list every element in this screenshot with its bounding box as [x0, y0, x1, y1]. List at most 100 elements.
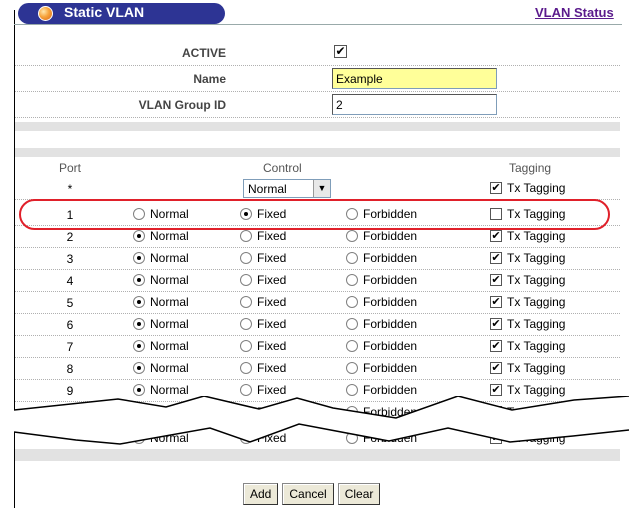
add-button[interactable]: Add	[243, 483, 279, 505]
port-cell: 3	[66, 252, 74, 266]
radio-fixed[interactable]	[240, 230, 252, 242]
option-label: Fixed	[257, 361, 287, 375]
radio-fixed[interactable]	[240, 252, 252, 264]
tagging-checkbox[interactable]: ✔	[490, 296, 502, 308]
control-option-fixed[interactable]: Fixed	[240, 360, 286, 376]
tagging-label: Tx Tagging	[507, 251, 566, 265]
table-header-band	[15, 148, 620, 157]
clear-button[interactable]: Clear	[337, 483, 381, 505]
radio-normal[interactable]	[133, 252, 145, 264]
name-input[interactable]	[332, 68, 497, 89]
radio-forbidden[interactable]	[346, 384, 358, 396]
all-ports-row: * Normal ▼ ✔ Tx Tagging	[15, 178, 620, 200]
page-title: Static VLAN	[64, 4, 145, 20]
radio-fixed[interactable]	[240, 362, 252, 374]
control-option-normal[interactable]: Normal	[133, 294, 189, 310]
control-option-forbidden[interactable]: Forbidden	[346, 228, 417, 244]
tagging-option[interactable]: ✔ Tx Tagging	[490, 272, 565, 288]
radio-fixed[interactable]	[240, 384, 252, 396]
row-highlight-oval	[19, 199, 610, 230]
option-label: Fixed	[257, 383, 287, 397]
control-option-normal[interactable]: Normal	[133, 338, 189, 354]
radio-fixed[interactable]	[240, 318, 252, 330]
tagging-checkbox[interactable]: ✔	[490, 230, 502, 242]
section-tab: Static VLAN	[18, 3, 225, 24]
vlan-status-link[interactable]: VLAN Status	[535, 5, 614, 20]
control-option-normal[interactable]: Normal	[133, 360, 189, 376]
port-cell: *	[67, 182, 73, 196]
tagging-checkbox[interactable]: ✔	[490, 340, 502, 352]
active-label: ACTIVE	[181, 46, 226, 60]
tagging-option[interactable]: ✔ Tx Tagging	[490, 294, 565, 310]
tagging-option[interactable]: ✔ Tx Tagging	[490, 180, 565, 196]
name-label: Name	[193, 72, 226, 86]
radio-forbidden[interactable]	[346, 318, 358, 330]
table-row: 8 Normal Fixed Forbidden ✔ Tx Tagging	[15, 358, 620, 380]
table-row: 5 Normal Fixed Forbidden ✔ Tx Tagging	[15, 292, 620, 314]
radio-fixed[interactable]	[240, 296, 252, 308]
radio-normal[interactable]	[133, 318, 145, 330]
radio-normal[interactable]	[133, 274, 145, 286]
tagging-label: Tx Tagging	[507, 295, 566, 309]
radio-forbidden[interactable]	[346, 362, 358, 374]
control-select[interactable]: Normal ▼	[243, 179, 331, 198]
tagging-checkbox[interactable]: ✔	[490, 318, 502, 330]
active-checkbox[interactable]: ✔	[334, 45, 347, 58]
radio-forbidden[interactable]	[346, 230, 358, 242]
control-option-normal[interactable]: Normal	[133, 316, 189, 332]
tagging-label: Tx Tagging	[507, 229, 566, 243]
tagging-checkbox[interactable]: ✔	[490, 384, 502, 396]
tagging-option[interactable]: ✔ Tx Tagging	[490, 316, 565, 332]
radio-forbidden[interactable]	[346, 296, 358, 308]
control-option-forbidden[interactable]: Forbidden	[346, 294, 417, 310]
table-row: 3 Normal Fixed Forbidden ✔ Tx Tagging	[15, 248, 620, 270]
table-header: Port Control Tagging	[15, 160, 620, 178]
option-label: Normal	[150, 361, 189, 375]
option-label: Fixed	[257, 317, 287, 331]
tagging-option[interactable]: ✔ Tx Tagging	[490, 250, 565, 266]
radio-forbidden[interactable]	[346, 340, 358, 352]
control-option-normal[interactable]: Normal	[133, 272, 189, 288]
control-option-fixed[interactable]: Fixed	[240, 272, 286, 288]
radio-forbidden[interactable]	[346, 252, 358, 264]
radio-normal[interactable]	[133, 384, 145, 396]
control-option-fixed[interactable]: Fixed	[240, 338, 286, 354]
tagging-option[interactable]: ✔ Tx Tagging	[490, 338, 565, 354]
radio-fixed[interactable]	[240, 274, 252, 286]
tagging-label: Tx Tagging	[507, 317, 566, 331]
radio-normal[interactable]	[133, 340, 145, 352]
tagging-option[interactable]: ✔ Tx Tagging	[490, 228, 565, 244]
option-label: Normal	[150, 317, 189, 331]
table-footer-band	[15, 449, 620, 461]
radio-fixed[interactable]	[240, 340, 252, 352]
tagging-checkbox[interactable]: ✔	[490, 182, 502, 194]
control-option-forbidden[interactable]: Forbidden	[346, 338, 417, 354]
control-option-normal[interactable]: Normal	[133, 250, 189, 266]
table-row: 4 Normal Fixed Forbidden ✔ Tx Tagging	[15, 270, 620, 292]
radio-forbidden[interactable]	[346, 274, 358, 286]
radio-normal[interactable]	[133, 362, 145, 374]
group-id-input[interactable]	[332, 94, 497, 115]
control-option-forbidden[interactable]: Forbidden	[346, 272, 417, 288]
tagging-option[interactable]: ✔ Tx Tagging	[490, 360, 565, 376]
control-option-fixed[interactable]: Fixed	[240, 250, 286, 266]
header-divider	[14, 24, 622, 25]
tagging-label: Tx Tagging	[507, 383, 566, 397]
option-label: Normal	[150, 295, 189, 309]
tagging-label: Tx Tagging	[507, 181, 566, 195]
control-option-fixed[interactable]: Fixed	[240, 316, 286, 332]
control-option-fixed[interactable]: Fixed	[240, 228, 286, 244]
control-option-normal[interactable]: Normal	[133, 228, 189, 244]
control-option-forbidden[interactable]: Forbidden	[346, 250, 417, 266]
control-option-forbidden[interactable]: Forbidden	[346, 360, 417, 376]
tagging-checkbox[interactable]: ✔	[490, 362, 502, 374]
control-option-fixed[interactable]: Fixed	[240, 294, 286, 310]
tagging-checkbox[interactable]: ✔	[490, 252, 502, 264]
radio-normal[interactable]	[133, 296, 145, 308]
radio-normal[interactable]	[133, 230, 145, 242]
tagging-header: Tagging	[509, 161, 552, 175]
tagging-checkbox[interactable]: ✔	[490, 274, 502, 286]
cancel-button[interactable]: Cancel	[282, 483, 334, 505]
control-option-forbidden[interactable]: Forbidden	[346, 316, 417, 332]
option-label: Normal	[150, 229, 189, 243]
